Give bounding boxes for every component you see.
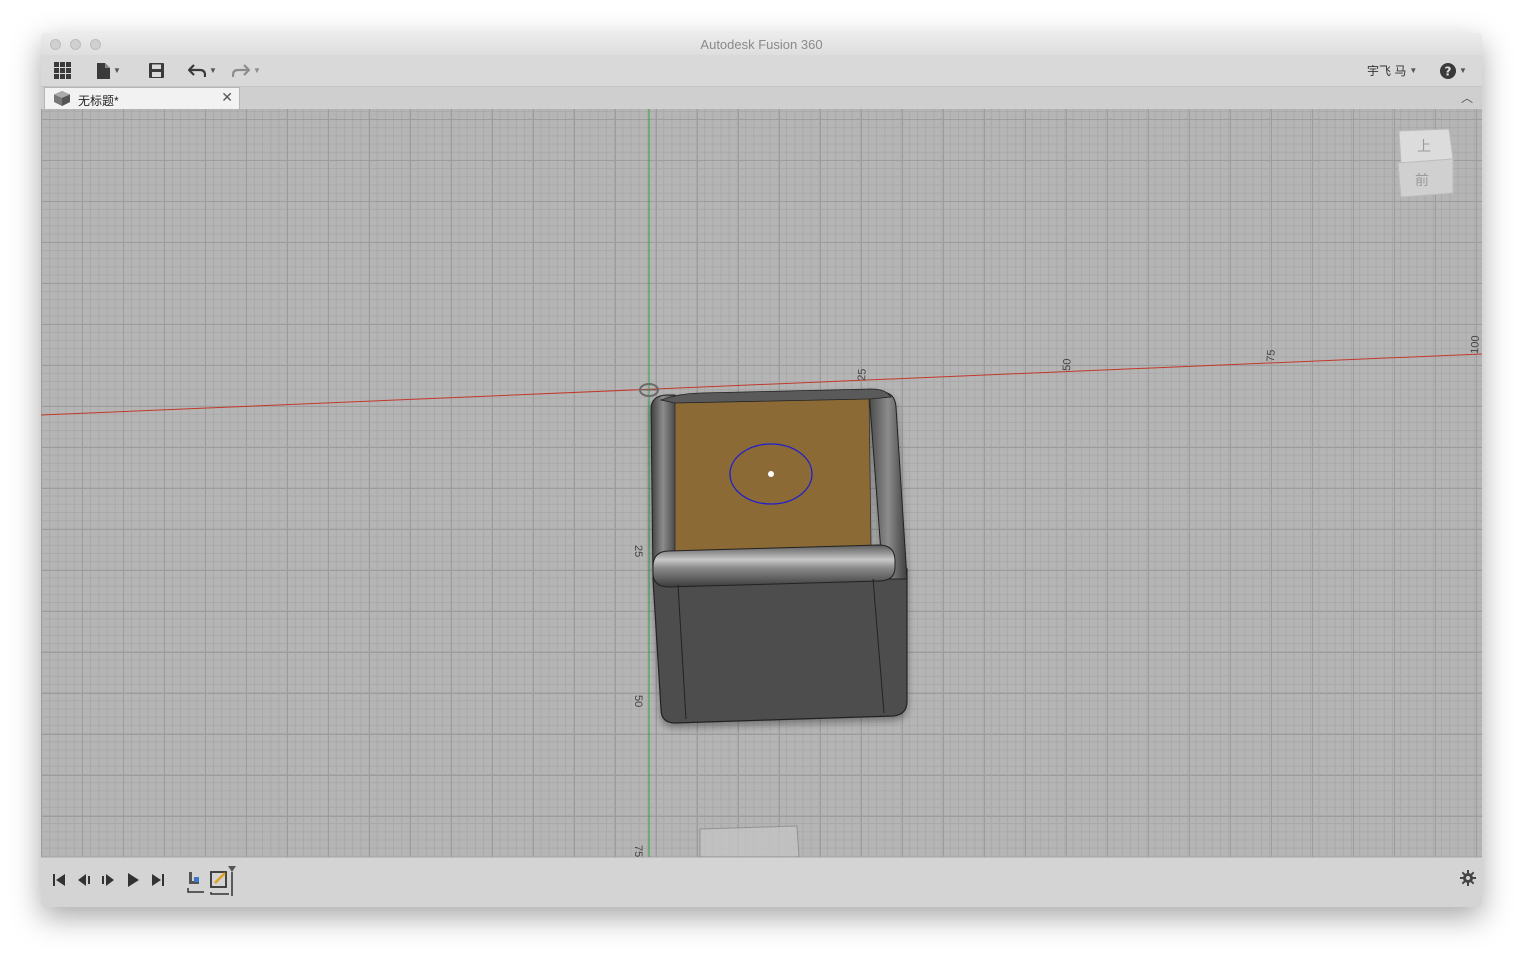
skip-to-end-icon xyxy=(152,874,164,886)
step-forward-icon xyxy=(102,874,114,886)
close-tab-icon[interactable]: ✕ xyxy=(221,90,233,106)
user-name: 宇飞 马 xyxy=(1367,64,1407,78)
redo-button[interactable]: ▼ xyxy=(232,55,261,86)
save-button[interactable] xyxy=(149,55,164,86)
play-button[interactable] xyxy=(124,871,142,889)
document-tab[interactable]: 无标题* ✕ xyxy=(44,87,240,109)
step-back-button[interactable] xyxy=(75,871,93,889)
timeline-feature-sketch[interactable] xyxy=(209,866,237,898)
undo-icon xyxy=(188,63,206,77)
file-menu-button[interactable]: ▼ xyxy=(97,55,121,86)
y-axis-tick-label: 25 xyxy=(632,545,644,557)
fillet-feature-icon xyxy=(187,872,204,893)
viewcube-top-label: 上 xyxy=(1417,139,1431,155)
skip-to-start-icon xyxy=(53,874,65,886)
file-icon xyxy=(97,62,110,79)
chevron-down-icon: ▼ xyxy=(1409,66,1418,75)
gear-icon xyxy=(1460,870,1476,886)
x-axis-tick-label: 50 xyxy=(1061,358,1074,371)
window-title: Autodesk Fusion 360 xyxy=(700,37,823,52)
chevron-down-icon: ▼ xyxy=(113,66,121,75)
chevron-down-icon: ▼ xyxy=(253,66,261,75)
title-bar: Autodesk Fusion 360 xyxy=(41,33,1482,56)
app-window: Autodesk Fusion 360 ▼ ▼ ▼ 宇飞 马 ▼ ? ▼ 无标题… xyxy=(41,33,1482,907)
ghost-sketch-profile xyxy=(699,825,800,857)
x-axis-tick-label: 75 xyxy=(1265,349,1278,362)
viewcube[interactable]: 上 前 xyxy=(1397,128,1454,198)
undo-button[interactable]: ▼ xyxy=(188,55,217,86)
help-menu-button[interactable]: ? ▼ xyxy=(1440,55,1467,86)
timeline-feature-fillet[interactable] xyxy=(186,868,206,896)
quick-access-toolbar: ▼ ▼ ▼ 宇飞 马 ▼ ? ▼ xyxy=(41,55,1482,87)
y-axis-tick-label: 75 xyxy=(632,845,644,857)
x-axis-tick-label: 25 xyxy=(856,368,869,381)
document-tab-label: 无标题* xyxy=(78,94,119,108)
play-icon xyxy=(128,873,139,887)
save-icon xyxy=(149,63,164,78)
canvas-scene[interactable]: 25 50 75 100 25 50 75 上 前 xyxy=(41,109,1482,857)
timeline-bar xyxy=(41,857,1482,907)
collapse-toolbar-icon[interactable]: ︿ xyxy=(1461,89,1473,106)
step-forward-button[interactable] xyxy=(99,871,117,889)
apps-grid-icon xyxy=(54,62,71,79)
user-account-menu[interactable]: 宇飞 马 ▼ xyxy=(1367,55,1417,86)
chevron-down-icon: ▼ xyxy=(1459,66,1467,75)
skip-to-end-button[interactable] xyxy=(149,871,167,889)
data-panel-button[interactable] xyxy=(54,55,71,86)
y-axis-tick-label: 50 xyxy=(632,695,644,707)
viewcube-front-label: 前 xyxy=(1415,172,1429,189)
document-tab-bar: 无标题* ✕ ︿ xyxy=(41,87,1482,110)
sketch-center-point[interactable] xyxy=(768,471,774,477)
chevron-down-icon: ▼ xyxy=(209,66,217,75)
step-back-icon xyxy=(78,874,90,886)
solid-body[interactable] xyxy=(650,388,908,724)
timeline-settings-button[interactable] xyxy=(1459,869,1477,887)
sketch-feature-icon xyxy=(210,866,236,896)
help-icon: ? xyxy=(1440,62,1456,79)
component-icon xyxy=(54,91,70,106)
skip-to-start-button[interactable] xyxy=(50,871,68,889)
svg-text:?: ? xyxy=(1445,64,1452,78)
x-axis-tick-label: 100 xyxy=(1469,335,1482,354)
canvas-viewport[interactable]: 25 50 75 100 25 50 75 上 前 xyxy=(41,109,1482,857)
redo-icon xyxy=(232,63,250,77)
